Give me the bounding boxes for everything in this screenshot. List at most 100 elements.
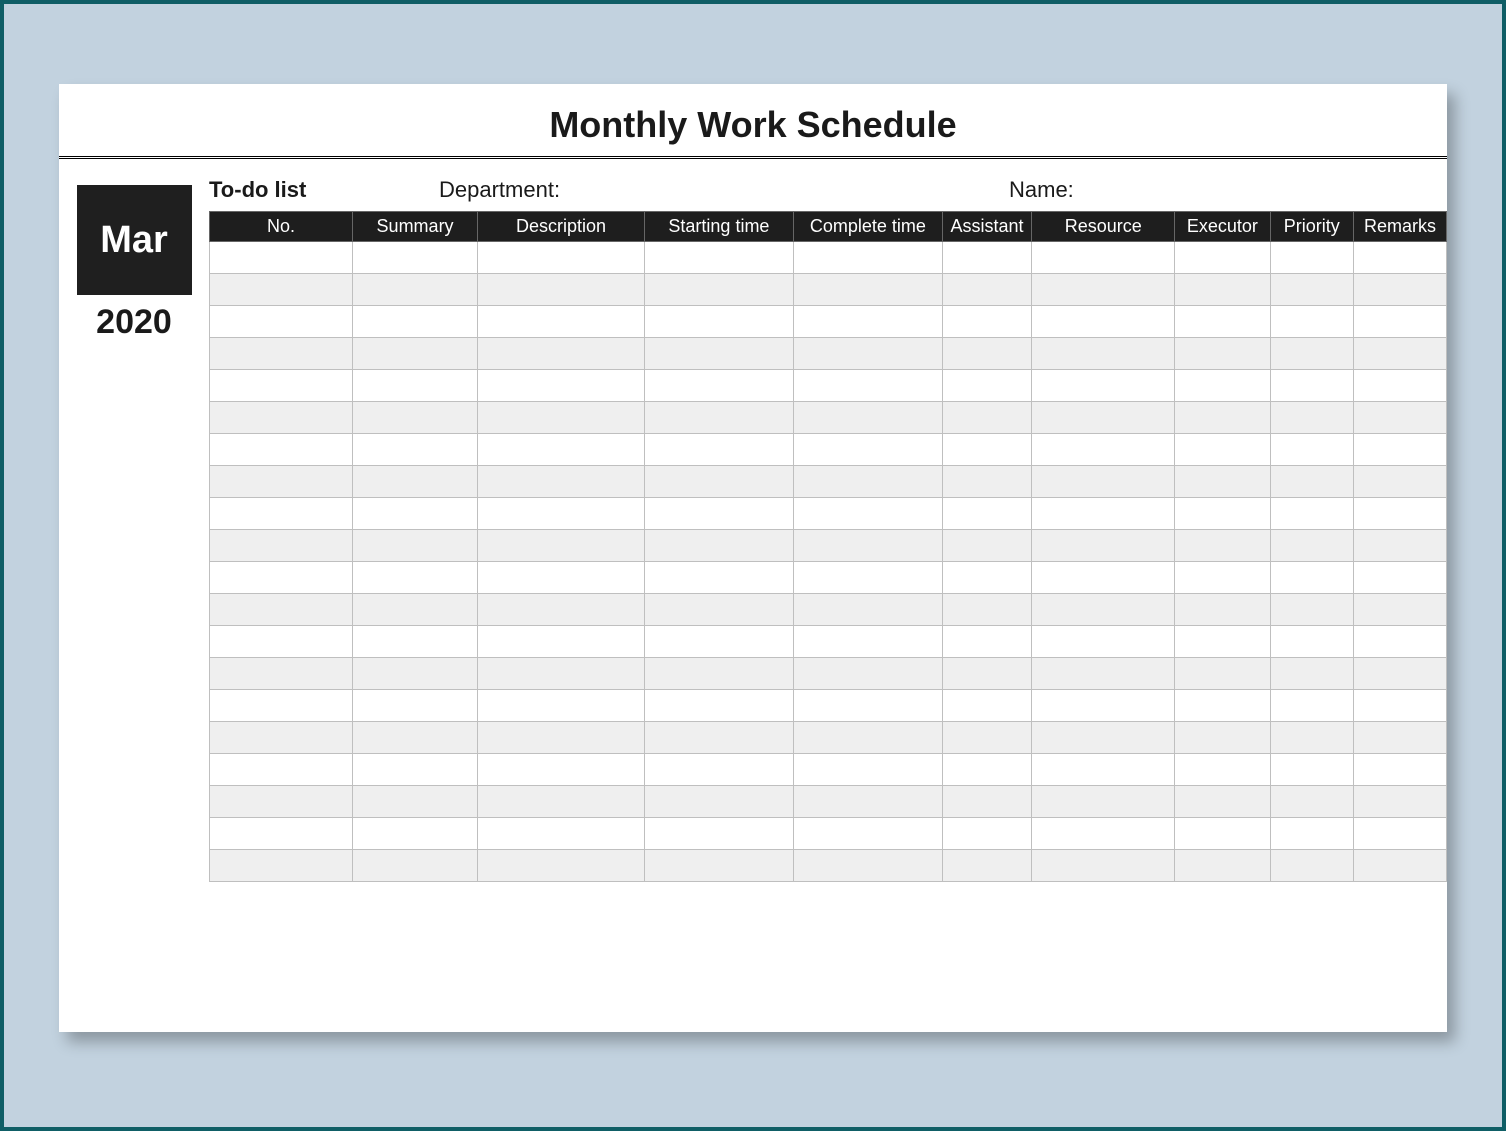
cell[interactable] bbox=[478, 818, 645, 850]
cell[interactable] bbox=[1270, 338, 1353, 370]
cell[interactable] bbox=[942, 658, 1031, 690]
cell[interactable] bbox=[353, 530, 478, 562]
cell[interactable] bbox=[644, 530, 793, 562]
cell[interactable] bbox=[478, 562, 645, 594]
cell[interactable] bbox=[644, 690, 793, 722]
cell[interactable] bbox=[1270, 562, 1353, 594]
cell[interactable] bbox=[210, 370, 353, 402]
cell[interactable] bbox=[942, 754, 1031, 786]
cell[interactable] bbox=[1270, 466, 1353, 498]
cell[interactable] bbox=[353, 242, 478, 274]
cell[interactable] bbox=[1353, 562, 1446, 594]
cell[interactable] bbox=[1353, 690, 1446, 722]
cell[interactable] bbox=[353, 754, 478, 786]
cell[interactable] bbox=[793, 434, 942, 466]
cell[interactable] bbox=[1175, 338, 1270, 370]
cell[interactable] bbox=[644, 754, 793, 786]
cell[interactable] bbox=[1353, 306, 1446, 338]
cell[interactable] bbox=[793, 594, 942, 626]
cell[interactable] bbox=[793, 242, 942, 274]
cell[interactable] bbox=[1353, 434, 1446, 466]
cell[interactable] bbox=[1270, 754, 1353, 786]
cell[interactable] bbox=[1032, 754, 1175, 786]
cell[interactable] bbox=[1353, 402, 1446, 434]
cell[interactable] bbox=[793, 274, 942, 306]
cell[interactable] bbox=[1270, 402, 1353, 434]
cell[interactable] bbox=[1032, 402, 1175, 434]
cell[interactable] bbox=[478, 498, 645, 530]
cell[interactable] bbox=[1270, 690, 1353, 722]
cell[interactable] bbox=[942, 594, 1031, 626]
cell[interactable] bbox=[1032, 850, 1175, 882]
cell[interactable] bbox=[353, 498, 478, 530]
cell[interactable] bbox=[793, 338, 942, 370]
cell[interactable] bbox=[644, 786, 793, 818]
cell[interactable] bbox=[644, 338, 793, 370]
cell[interactable] bbox=[942, 562, 1031, 594]
cell[interactable] bbox=[793, 498, 942, 530]
cell[interactable] bbox=[1032, 338, 1175, 370]
cell[interactable] bbox=[793, 370, 942, 402]
cell[interactable] bbox=[1032, 562, 1175, 594]
cell[interactable] bbox=[1032, 594, 1175, 626]
cell[interactable] bbox=[1270, 530, 1353, 562]
cell[interactable] bbox=[1032, 658, 1175, 690]
cell[interactable] bbox=[942, 306, 1031, 338]
cell[interactable] bbox=[1353, 530, 1446, 562]
cell[interactable] bbox=[478, 626, 645, 658]
cell[interactable] bbox=[210, 722, 353, 754]
cell[interactable] bbox=[1032, 786, 1175, 818]
cell[interactable] bbox=[1032, 370, 1175, 402]
cell[interactable] bbox=[478, 754, 645, 786]
cell[interactable] bbox=[210, 690, 353, 722]
cell[interactable] bbox=[1175, 690, 1270, 722]
cell[interactable] bbox=[1032, 626, 1175, 658]
cell[interactable] bbox=[478, 338, 645, 370]
cell[interactable] bbox=[1032, 274, 1175, 306]
cell[interactable] bbox=[478, 658, 645, 690]
cell[interactable] bbox=[210, 274, 353, 306]
cell[interactable] bbox=[210, 818, 353, 850]
cell[interactable] bbox=[353, 306, 478, 338]
cell[interactable] bbox=[210, 658, 353, 690]
cell[interactable] bbox=[1032, 530, 1175, 562]
cell[interactable] bbox=[1175, 306, 1270, 338]
cell[interactable] bbox=[353, 466, 478, 498]
cell[interactable] bbox=[210, 434, 353, 466]
cell[interactable] bbox=[1353, 498, 1446, 530]
cell[interactable] bbox=[353, 370, 478, 402]
cell[interactable] bbox=[793, 722, 942, 754]
cell[interactable] bbox=[644, 850, 793, 882]
cell[interactable] bbox=[644, 370, 793, 402]
cell[interactable] bbox=[1353, 754, 1446, 786]
cell[interactable] bbox=[793, 402, 942, 434]
cell[interactable] bbox=[353, 562, 478, 594]
cell[interactable] bbox=[1175, 402, 1270, 434]
cell[interactable] bbox=[1353, 338, 1446, 370]
cell[interactable] bbox=[353, 818, 478, 850]
cell[interactable] bbox=[1270, 370, 1353, 402]
cell[interactable] bbox=[1270, 498, 1353, 530]
cell[interactable] bbox=[793, 626, 942, 658]
cell[interactable] bbox=[210, 626, 353, 658]
cell[interactable] bbox=[353, 402, 478, 434]
cell[interactable] bbox=[1270, 722, 1353, 754]
cell[interactable] bbox=[1175, 722, 1270, 754]
cell[interactable] bbox=[478, 242, 645, 274]
cell[interactable] bbox=[478, 434, 645, 466]
cell[interactable] bbox=[1270, 274, 1353, 306]
cell[interactable] bbox=[478, 850, 645, 882]
cell[interactable] bbox=[210, 562, 353, 594]
cell[interactable] bbox=[1353, 658, 1446, 690]
cell[interactable] bbox=[1353, 594, 1446, 626]
cell[interactable] bbox=[942, 434, 1031, 466]
cell[interactable] bbox=[1270, 850, 1353, 882]
cell[interactable] bbox=[942, 818, 1031, 850]
cell[interactable] bbox=[478, 402, 645, 434]
cell[interactable] bbox=[1032, 434, 1175, 466]
cell[interactable] bbox=[353, 850, 478, 882]
cell[interactable] bbox=[478, 594, 645, 626]
cell[interactable] bbox=[1175, 594, 1270, 626]
cell[interactable] bbox=[1175, 818, 1270, 850]
cell[interactable] bbox=[210, 402, 353, 434]
